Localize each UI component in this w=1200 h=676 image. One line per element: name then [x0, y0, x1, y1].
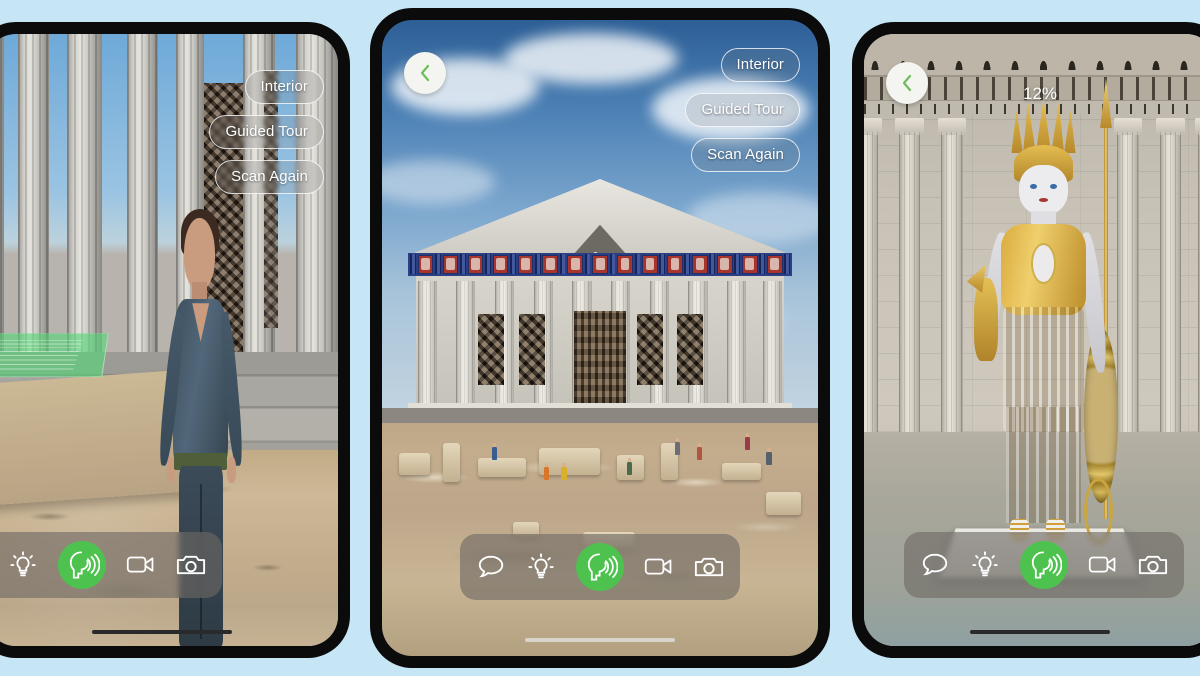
- tourist-figure: [674, 437, 681, 456]
- pill-scan-again[interactable]: Scan Again: [691, 138, 800, 172]
- acropolis-ruins-camera-feed: [382, 407, 818, 656]
- lightbulb-icon[interactable]: [8, 550, 38, 580]
- tourist-figure: [561, 462, 568, 480]
- pill-scan-again[interactable]: Scan Again: [215, 160, 324, 194]
- parthenon-reconstruction: [408, 179, 792, 439]
- video-camera-icon[interactable]: [1088, 550, 1118, 580]
- photo-camera-icon[interactable]: [694, 552, 724, 582]
- chat-bubble-icon[interactable]: [476, 552, 506, 582]
- tourist-figure: [696, 442, 703, 461]
- gorgoneion-medallion: [1032, 244, 1055, 282]
- tourist-figure: [491, 442, 498, 461]
- lightbulb-icon[interactable]: [970, 550, 1000, 580]
- tablet-device-middle: Interior Guided Tour Scan Again: [370, 8, 830, 668]
- home-indicator-middle: [525, 638, 675, 642]
- ar-plane-indicator: [0, 333, 109, 378]
- progress-percentage: 12%: [1022, 84, 1058, 103]
- ar-toolbar-right: [904, 532, 1184, 598]
- interior-column: [895, 118, 925, 475]
- chevron-left-icon: [420, 64, 430, 82]
- temple-facade: [415, 275, 785, 403]
- video-camera-icon[interactable]: [126, 550, 156, 580]
- pill-interior[interactable]: Interior: [720, 48, 800, 82]
- tablet-device-left: Interior Guided Tour Scan Again: [0, 22, 350, 658]
- speaking-head-icon[interactable]: [1020, 541, 1068, 589]
- lightbulb-icon[interactable]: [526, 552, 556, 582]
- photo-camera-icon[interactable]: [1138, 550, 1168, 580]
- screen-left: Interior Guided Tour Scan Again: [0, 34, 338, 646]
- chevron-left-icon: [902, 74, 912, 92]
- back-button-middle[interactable]: [404, 52, 446, 94]
- screen-right: 12%: [864, 34, 1200, 646]
- temple-main-door: [574, 311, 626, 403]
- mode-pill-stack-middle: Interior Guided Tour Scan Again: [685, 48, 800, 172]
- home-indicator-right: [970, 630, 1110, 634]
- tablet-device-right: 12%: [852, 22, 1200, 658]
- ar-toolbar-middle: [460, 534, 740, 600]
- pill-guided-tour[interactable]: Guided Tour: [685, 93, 800, 127]
- speaking-head-icon[interactable]: [58, 541, 106, 589]
- back-button-right[interactable]: [886, 62, 928, 104]
- video-camera-icon[interactable]: [644, 552, 674, 582]
- ar-toolbar-left: [0, 532, 222, 598]
- chat-bubble-icon[interactable]: [920, 550, 950, 580]
- interior-column: [1113, 118, 1143, 475]
- interior-column: [937, 118, 967, 475]
- home-indicator-left: [92, 630, 232, 634]
- speaking-head-icon[interactable]: [576, 543, 624, 591]
- athena-parthenos-statue: [973, 98, 1119, 545]
- mode-pill-stack-left: Interior Guided Tour Scan Again: [209, 70, 324, 194]
- screen-middle: Interior Guided Tour Scan Again: [382, 20, 818, 656]
- entablature-frieze: [408, 252, 792, 276]
- tourist-figure: [543, 462, 550, 480]
- photo-camera-icon[interactable]: [176, 550, 206, 580]
- nike-figurine: [973, 277, 999, 362]
- pill-interior[interactable]: Interior: [244, 70, 324, 104]
- screenshot-stage: Interior Guided Tour Scan Again Interior…: [0, 0, 1200, 676]
- interior-column: [864, 118, 883, 475]
- pill-guided-tour[interactable]: Guided Tour: [209, 115, 324, 149]
- tourist-figure: [744, 432, 751, 451]
- tourist-figure: [766, 447, 773, 465]
- interior-column: [1155, 118, 1185, 475]
- athena-face: [1019, 165, 1068, 216]
- tourist-figure: [626, 457, 633, 475]
